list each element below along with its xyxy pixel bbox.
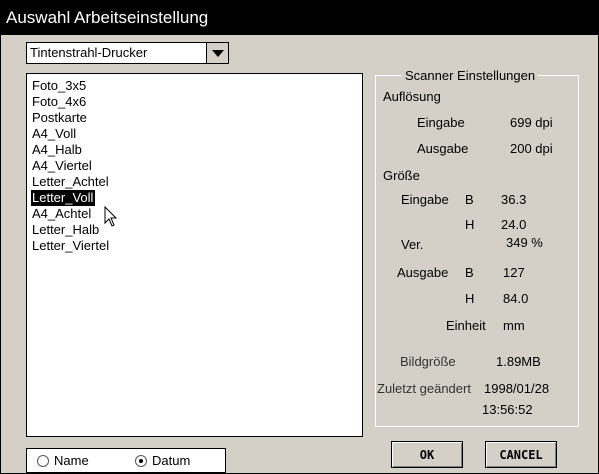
groesse-ausgabe-h-label: H [465, 291, 475, 306]
list-item[interactable]: Postkarte [27, 110, 362, 126]
list-item[interactable]: Letter_Halb [27, 222, 362, 238]
list-item-label: A4_Voll [32, 126, 77, 141]
groesse-ausgabe-b-label: B [465, 265, 474, 280]
scanner-settings-group: Scanner Einstellungen Auflösung Eingabe … [375, 68, 579, 427]
list-item[interactable]: A4_Voll [27, 126, 362, 142]
list-item-label: Letter_Viertel [32, 238, 110, 253]
einheit-value: mm [503, 318, 525, 333]
list-item-label: Foto_4x6 [32, 94, 87, 109]
list-item-label: Letter_Voll [31, 190, 96, 206]
list-item-label: A4_Viertel [32, 158, 92, 173]
scanner-settings-legend: Scanner Einstellungen [402, 68, 539, 83]
aufloesung-ausgabe-label: Ausgabe [417, 141, 469, 156]
bildgroesse-value: 1.89MB [496, 354, 541, 369]
list-item-label: A4_Achtel [32, 206, 92, 221]
sort-radio-group: Name Datum [26, 448, 226, 473]
list-item[interactable]: A4_Viertel [27, 158, 362, 174]
list-item[interactable]: A4_Halb [27, 142, 362, 158]
radio-unchecked-icon [37, 454, 49, 467]
list-item-label: Postkarte [32, 110, 87, 125]
bildgroesse-label: Bildgröße [400, 354, 456, 369]
chevron-down-icon [211, 49, 224, 57]
list-item-label: Letter_Achtel [32, 174, 109, 189]
list-item[interactable]: A4_Achtel [27, 206, 362, 222]
sort-name-radio[interactable]: Name [37, 453, 89, 468]
radio-checked-icon [135, 454, 147, 467]
ver-value: 349 % [506, 235, 543, 250]
groesse-ausgabe-label: Ausgabe [397, 265, 449, 280]
ver-label: Ver. [401, 237, 424, 252]
groesse-eingabe-b-label: B [465, 192, 474, 207]
title-bar: Auswahl Arbeitseinstellung [1, 1, 598, 35]
einheit-label: Einheit [446, 318, 486, 333]
sort-datum-label: Datum [152, 453, 191, 468]
printer-dropdown-value: Tintenstrahl-Drucker [30, 45, 148, 60]
groesse-eingabe-b-value: 36.3 [501, 192, 527, 207]
preset-list-items: Foto_3x5 Foto_4x6 Postkarte A4_Voll A4_Halb A… [27, 74, 362, 254]
sort-datum-radio[interactable]: Datum [135, 453, 190, 468]
cancel-button[interactable]: CANCEL [485, 441, 557, 468]
aufloesung-label: Auflösung [383, 89, 441, 104]
zuletzt-time: 13:56:52 [482, 402, 533, 417]
groesse-eingabe-h-label: H [465, 217, 475, 232]
groesse-label: Größe [383, 168, 420, 183]
list-item[interactable]: Letter_Voll [27, 190, 362, 206]
preset-list[interactable]: Foto_3x5 Foto_4x6 Postkarte A4_Voll A4_Halb A… [26, 73, 363, 437]
aufloesung-eingabe-label: Eingabe [417, 115, 465, 130]
groesse-ausgabe-h-value: 84.0 [503, 291, 529, 306]
list-item[interactable]: Letter_Achtel [27, 174, 362, 190]
list-item-label: A4_Halb [32, 142, 82, 157]
zuletzt-date: 1998/01/28 [484, 381, 550, 396]
list-item-label: Letter_Halb [32, 222, 100, 237]
groesse-eingabe-h-value: 24.0 [501, 217, 527, 232]
dialog-window: Auswahl Arbeitseinstellung Tintenstrahl-… [0, 0, 599, 474]
aufloesung-eingabe-value: 699 dpi [510, 115, 553, 130]
zuletzt-label: Zuletzt geändert [377, 381, 471, 396]
dropdown-arrow-button[interactable] [206, 43, 228, 63]
list-item-label: Foto_3x5 [32, 78, 87, 93]
aufloesung-ausgabe-value: 200 dpi [510, 141, 553, 156]
list-item[interactable]: Foto_4x6 [27, 94, 362, 110]
printer-dropdown[interactable]: Tintenstrahl-Drucker [26, 42, 229, 64]
list-item[interactable]: Foto_3x5 [27, 78, 362, 94]
list-item[interactable]: Letter_Viertel [27, 238, 362, 254]
ok-button[interactable]: OK [391, 441, 463, 468]
sort-name-label: Name [54, 453, 89, 468]
groesse-ausgabe-b-value: 127 [503, 265, 525, 280]
groesse-eingabe-label: Eingabe [401, 192, 449, 207]
